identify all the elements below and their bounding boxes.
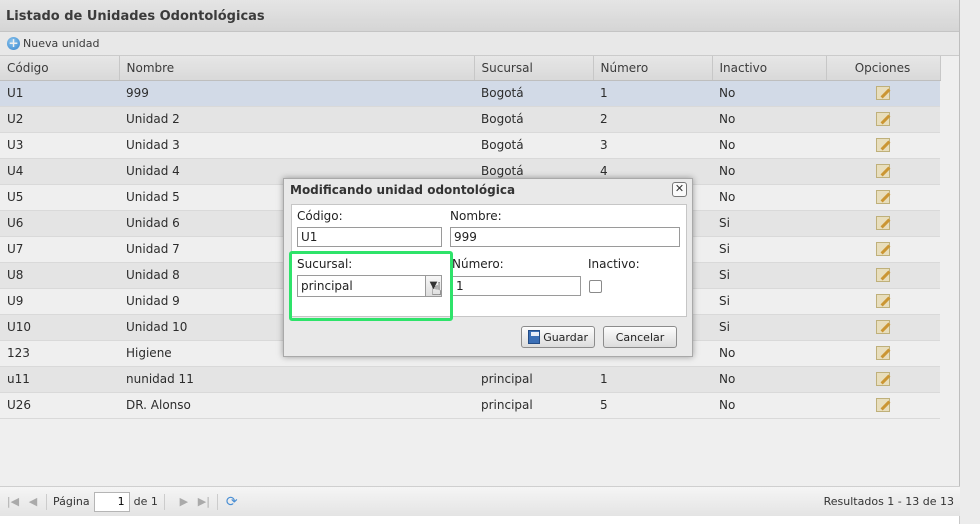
sucursal-highlight-box: [289, 251, 453, 321]
cancel-button[interactable]: Cancelar: [603, 326, 677, 348]
pager-separator: [46, 493, 47, 510]
codigo-field[interactable]: [297, 227, 442, 247]
page-label: Página: [53, 495, 90, 508]
page-number-input[interactable]: [93, 491, 130, 512]
close-icon[interactable]: ✕: [672, 182, 687, 197]
floppy-disk-icon: [528, 330, 541, 344]
pager-separator: [216, 493, 218, 510]
nombre-label: Nombre:: [450, 209, 502, 223]
results-count: Resultados 1 - 13 de 13: [823, 495, 954, 508]
next-page-icon[interactable]: ▶: [177, 495, 191, 509]
cancel-button-label: Cancelar: [615, 330, 665, 344]
refresh-icon[interactable]: ⟳: [226, 494, 238, 510]
dialog-title: Modificando unidad odontológica ✕: [284, 179, 692, 201]
save-button-label: Guardar: [543, 330, 588, 344]
page-of-label: de 1: [133, 495, 158, 508]
hand-pointer-icon: ☝: [431, 279, 442, 300]
pager: |◀ ◀ Página de 1 ▶ ▶| ⟳ Resultados 1 - 1…: [0, 486, 960, 516]
numero-label: Número:: [452, 257, 504, 271]
first-page-icon[interactable]: |◀: [6, 495, 20, 509]
last-page-icon[interactable]: ▶|: [197, 495, 211, 509]
codigo-label: Código:: [297, 209, 343, 223]
prev-page-icon[interactable]: ◀: [26, 495, 40, 509]
numero-field[interactable]: [452, 276, 581, 296]
inactivo-label: Inactivo:: [588, 257, 640, 271]
pager-separator: [163, 493, 165, 510]
nombre-field[interactable]: [450, 227, 680, 247]
inactivo-checkbox[interactable]: [589, 280, 602, 293]
dialog-title-text: Modificando unidad odontológica: [290, 183, 516, 197]
save-button[interactable]: Guardar: [521, 326, 595, 348]
